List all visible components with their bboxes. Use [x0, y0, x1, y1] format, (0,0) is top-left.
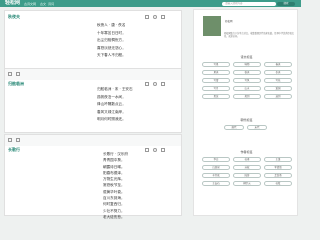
bookmark-icon[interactable]	[161, 148, 165, 152]
tag[interactable]: 秋天	[233, 70, 261, 75]
poem-line: 喜怒淡然无怨心，	[97, 45, 126, 50]
copy-icon[interactable]	[145, 82, 149, 86]
poem-line: 秋夜人 · 唐 · 佚名	[97, 23, 126, 27]
section-title-dynasty-tags: 朝代标签	[240, 118, 253, 122]
tag[interactable]: 送别	[264, 94, 292, 99]
tag[interactable]: 宋代	[247, 125, 267, 130]
tag[interactable]: 辛弃疾	[202, 173, 230, 178]
tag[interactable]: 王维	[264, 157, 292, 162]
poem-body: 归舷临洲 · 宋 · 王安石 孤帆夜泊一水间， 烽山吟隔数点云， 春风又绿江南岸…	[97, 86, 133, 124]
poem-title[interactable]: 长歌行	[8, 147, 20, 152]
profile-name: 轻松网	[225, 20, 233, 23]
poem-line: 常恐秋节至，	[103, 183, 125, 188]
poem-line: 老大徒伤悲。	[103, 214, 125, 219]
poem-title[interactable]: 秋夜夫	[8, 14, 20, 19]
tag[interactable]: 爱国	[264, 86, 292, 91]
tag[interactable]: 唐代	[224, 125, 244, 130]
dynasty-tag-list: 唐代 宋代	[224, 125, 274, 130]
poem-title[interactable]: 归舷临洲	[8, 81, 24, 86]
image-icon[interactable]	[16, 72, 20, 76]
share-icon[interactable]	[153, 82, 157, 86]
section-title-poem-tags: 诗文标签	[240, 55, 253, 59]
page: 轻松网 古诗文网 古文 诗词 请输入搜索内容 搜索 秋夜夫 秋夜人 · 唐 · …	[0, 0, 301, 219]
profile-image	[203, 16, 221, 36]
tag[interactable]: 写月	[202, 86, 230, 91]
poem-line: 明月何时照我还。	[97, 117, 126, 121]
search-input[interactable]: 请输入搜索内容	[222, 1, 276, 6]
poem-line: 青青园中葵，	[103, 158, 125, 163]
poem-tag-list: 写景 咏物 春天 夏天 秋天 冬天 写雪 写风 写花 写月 山水 爱国 思念 离…	[202, 62, 292, 99]
site-logo[interactable]: 轻松网	[5, 1, 20, 6]
poem-line: 天下春人不归程。	[97, 53, 126, 57]
poem-line: 朝露待日晞。	[103, 164, 125, 169]
nav-link-2[interactable]: 古文	[40, 2, 46, 6]
top-navbar: 轻松网 古诗文网 古文 诗词 请输入搜索内容 搜索	[0, 0, 301, 7]
poem-body: 秋夜人 · 唐 · 佚名 十年寒苦日日时， 出尘归相惆怅方， 喜怒淡然无怨心， …	[97, 22, 126, 60]
tag[interactable]: 李白	[202, 157, 230, 162]
tag[interactable]: 离别	[233, 94, 261, 99]
like-icon[interactable]	[8, 72, 12, 76]
tag[interactable]: 写雪	[202, 78, 230, 83]
card-footer-prev	[5, 69, 181, 80]
author-tag-list: 李白 杜甫 王维 白居易 苏轼 李清照 辛弃疾 陆游 孟浩然 王安石 柳宗元 杜…	[202, 157, 292, 186]
card-actions	[145, 148, 165, 152]
tag[interactable]: 写景	[202, 62, 230, 67]
tag[interactable]: 写风	[233, 78, 261, 83]
poem-line: 烽山吟隔数点云，	[97, 102, 126, 106]
bookmark-icon[interactable]	[161, 82, 165, 86]
poem-line: 孤帆夜泊一水间，	[97, 94, 126, 99]
poem-card-2: 归舷临洲 归舷临洲 · 宋 · 王安石 孤帆夜泊一水间， 烽山吟隔数点云， 春风…	[4, 68, 182, 133]
tag[interactable]: 写花	[264, 78, 292, 83]
poem-line: 出尘归相惆怅方，	[97, 38, 126, 42]
poem-line: 十年寒苦日日时，	[97, 30, 126, 35]
tag[interactable]: 冬天	[264, 70, 292, 75]
poem-line: 归舷临洲 · 宋 · 王安石	[97, 87, 133, 91]
search-button[interactable]: 搜索	[277, 1, 295, 6]
tag[interactable]: 柳宗元	[233, 181, 261, 186]
tag[interactable]: 白居易	[202, 165, 230, 170]
copy-icon[interactable]	[145, 15, 149, 19]
nav-link-1[interactable]: 古诗文网	[24, 2, 36, 6]
profile-description: 轻松网致力于分享古诗文，收集整理历代名家名篇，传承中华优秀传统文化，欢迎访问。	[224, 32, 294, 38]
tag[interactable]: 李清照	[264, 165, 292, 170]
card-footer-prev	[5, 135, 181, 146]
image-icon[interactable]	[16, 138, 20, 142]
poem-line: 何时复西归，	[103, 202, 125, 207]
tag[interactable]: 春天	[264, 62, 292, 67]
like-icon[interactable]	[8, 138, 12, 142]
tag[interactable]: 思念	[202, 94, 230, 99]
share-icon[interactable]	[153, 15, 157, 19]
section-title-author-tags: 作者标签	[240, 150, 253, 154]
nav-link-3[interactable]: 诗词	[48, 2, 54, 6]
tag[interactable]: 山水	[233, 86, 261, 91]
tag[interactable]: 杜牧	[264, 181, 292, 186]
tag[interactable]: 陆游	[233, 173, 261, 178]
sidebar: 轻松网 轻松网致力于分享古诗文，收集整理历代名家名篇，传承中华优秀传统文化，欢迎…	[193, 9, 298, 216]
tag[interactable]: 孟浩然	[264, 173, 292, 178]
tag[interactable]: 杜甫	[233, 157, 261, 162]
poem-card-1: 秋夜夫 秋夜人 · 唐 · 佚名 十年寒苦日日时， 出尘归相惆怅方， 喜怒淡然无…	[4, 10, 182, 69]
card-actions	[145, 82, 165, 86]
tag[interactable]: 咏物	[233, 62, 261, 67]
tag[interactable]: 苏轼	[233, 165, 261, 170]
poem-body: 长歌行 · 汉乐府 青青园中葵， 朝露待日晞。 阳春布德泽， 万物生光辉。 常恐…	[103, 151, 128, 220]
card-actions	[145, 15, 165, 19]
tag[interactable]: 王安石	[202, 181, 230, 186]
poem-line: 春风又绿江南岸，	[97, 109, 126, 114]
tag[interactable]: 夏天	[202, 70, 230, 75]
share-icon[interactable]	[153, 148, 157, 152]
bookmark-icon[interactable]	[161, 15, 165, 19]
copy-icon[interactable]	[145, 148, 149, 152]
poem-card-3: 长歌行 长歌行 · 汉乐府 青青园中葵， 朝露待日晞。 阳春布德泽， 万物生光辉…	[4, 134, 182, 219]
